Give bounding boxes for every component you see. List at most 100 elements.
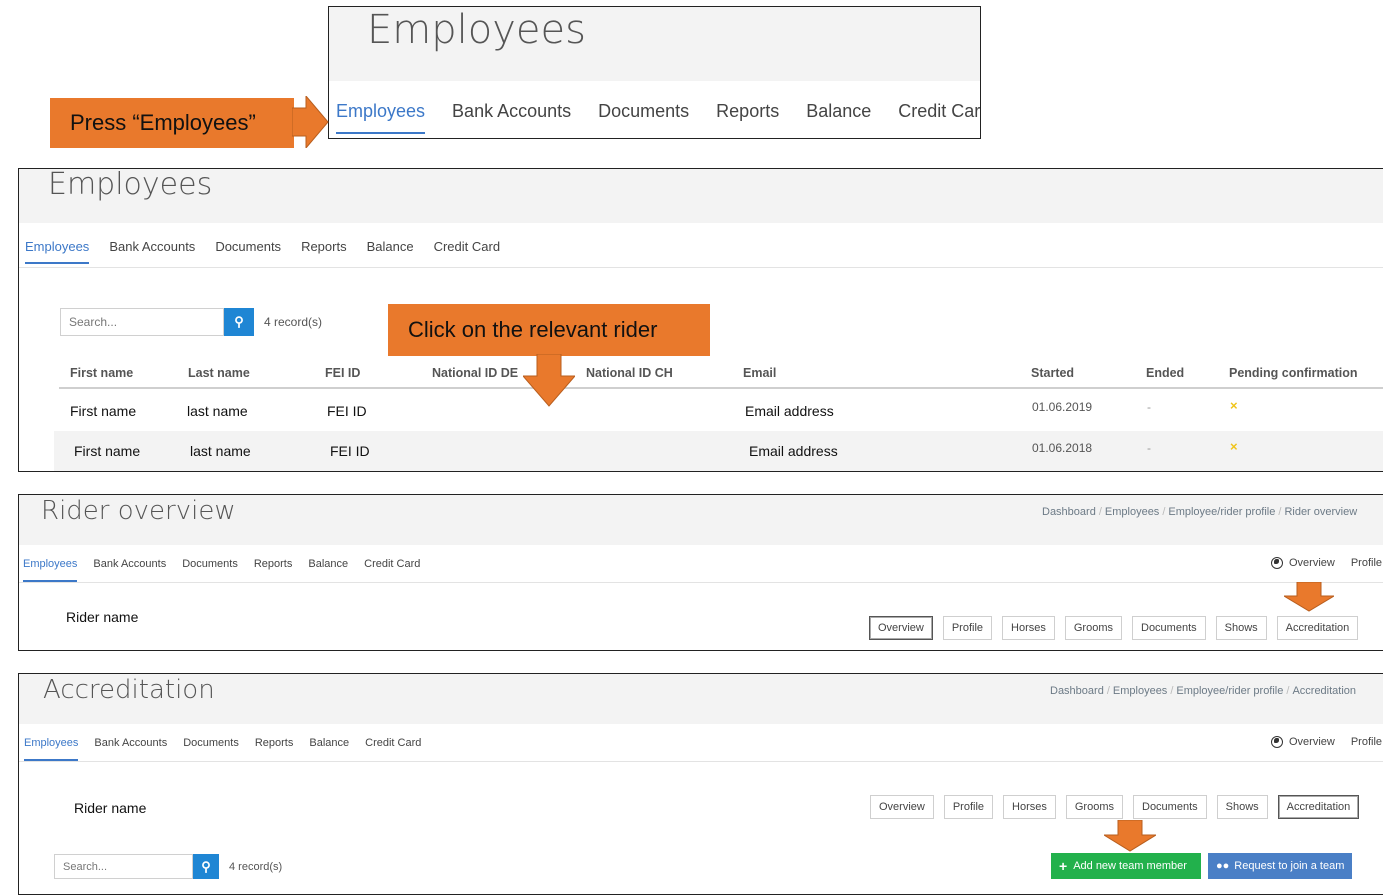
- nav-profile[interactable]: Profile: [1351, 557, 1382, 569]
- col-national-id-de[interactable]: National ID DE: [432, 366, 518, 380]
- tab-bar: Employees Bank Accounts Documents Report…: [24, 737, 421, 761]
- col-email[interactable]: Email: [743, 366, 776, 380]
- search-input[interactable]: Search...: [60, 308, 224, 336]
- profile-button[interactable]: Profile: [942, 616, 993, 640]
- rider-overview-panel: Rider overview Dashboard / Employees / Emplo…: [18, 494, 1383, 651]
- cell-started: 01.06.2019: [1032, 400, 1093, 414]
- col-first-name[interactable]: First name: [70, 366, 133, 380]
- tab-employees[interactable]: Employees: [336, 101, 426, 134]
- breadcrumb-dashboard[interactable]: Dashboard: [1042, 506, 1096, 518]
- plus-icon: +: [1059, 858, 1068, 874]
- callout-text: Press “Employees”: [70, 110, 256, 135]
- cell-email: Email address: [745, 403, 834, 419]
- cell-ended: -: [1147, 400, 1151, 414]
- down-arrow-icon: [1284, 582, 1334, 612]
- cell-started: 01.06.2018: [1032, 441, 1093, 455]
- record-count: 4 record(s): [264, 315, 323, 329]
- search-bar: Search... ⚲ 4 record(s): [60, 308, 322, 336]
- tab-documents[interactable]: Documents: [182, 558, 238, 582]
- tab-credit-card[interactable]: Credit Card: [364, 558, 420, 582]
- callout-text: Click on the relevant rider: [408, 317, 658, 342]
- overview-button[interactable]: Overview: [870, 795, 934, 819]
- users-icon: ●●: [1216, 860, 1230, 872]
- tab-reports[interactable]: Reports: [301, 239, 347, 264]
- tab-balance[interactable]: Balance: [806, 101, 871, 134]
- tab-bank-accounts[interactable]: Bank Accounts: [94, 737, 167, 761]
- rider-name: Rider name: [66, 609, 139, 625]
- col-ended[interactable]: Ended: [1146, 366, 1184, 380]
- employees-header-zoom: Employees Employees Bank Accounts Docume…: [328, 6, 981, 139]
- accreditation-button[interactable]: Accreditation: [1276, 616, 1359, 640]
- search-input[interactable]: Search...: [54, 854, 193, 879]
- globe-icon: [1271, 736, 1283, 748]
- accreditation-button[interactable]: Accreditation: [1277, 795, 1360, 819]
- tab-documents[interactable]: Documents: [598, 101, 689, 134]
- table-row[interactable]: First name last name FEI ID Email addres…: [54, 431, 1383, 471]
- shows-button[interactable]: Shows: [1215, 616, 1267, 640]
- tab-bar: Employees Bank Accounts Documents Report…: [336, 101, 980, 134]
- tab-bar: Employees Bank Accounts Documents Report…: [25, 239, 500, 264]
- breadcrumb: Dashboard / Employees / Employee/rider profi…: [1042, 506, 1358, 518]
- table-row[interactable]: First name last name FEI ID Email addres…: [59, 389, 1383, 431]
- rider-name: Rider name: [74, 800, 147, 816]
- documents-button[interactable]: Documents: [1133, 795, 1207, 819]
- cell-first-name: First name: [74, 443, 141, 459]
- breadcrumb-employee-rider-profile[interactable]: Employee/rider profile: [1176, 685, 1283, 697]
- down-arrow-icon: [1104, 820, 1156, 852]
- tab-credit-card[interactable]: Credit Card: [898, 101, 980, 134]
- grooms-button[interactable]: Grooms: [1065, 795, 1123, 819]
- tab-bank-accounts[interactable]: Bank Accounts: [109, 239, 195, 264]
- horses-button[interactable]: Horses: [1002, 616, 1055, 640]
- tab-documents[interactable]: Documents: [183, 737, 239, 761]
- tab-bank-accounts[interactable]: Bank Accounts: [93, 558, 166, 582]
- tab-credit-card[interactable]: Credit Card: [365, 737, 421, 761]
- shows-button[interactable]: Shows: [1216, 795, 1268, 819]
- tab-reports[interactable]: Reports: [716, 101, 779, 134]
- tab-reports[interactable]: Reports: [254, 558, 293, 582]
- horses-button[interactable]: Horses: [1003, 795, 1056, 819]
- grooms-button[interactable]: Grooms: [1064, 616, 1122, 640]
- down-arrow-icon: [523, 354, 575, 407]
- tab-balance[interactable]: Balance: [309, 737, 349, 761]
- col-national-id-ch[interactable]: National ID CH: [586, 366, 673, 380]
- tab-bank-accounts[interactable]: Bank Accounts: [452, 101, 571, 134]
- pending-x-icon: ×: [1230, 398, 1238, 413]
- right-arrow-icon: [292, 96, 329, 148]
- tab-employees[interactable]: Employees: [24, 737, 79, 761]
- breadcrumb-employee-rider-profile[interactable]: Employee/rider profile: [1168, 506, 1275, 518]
- tab-balance[interactable]: Balance: [367, 239, 414, 264]
- documents-button[interactable]: Documents: [1132, 616, 1206, 640]
- search-icon[interactable]: ⚲: [224, 308, 254, 336]
- page-title: Rider overview: [41, 496, 236, 526]
- profile-button[interactable]: Profile: [943, 795, 994, 819]
- breadcrumb-current: Rider overview: [1284, 506, 1358, 518]
- col-last-name[interactable]: Last name: [188, 366, 250, 380]
- request-join-team-button[interactable]: ●● Request to join a team: [1208, 853, 1352, 879]
- page-title: Employees: [367, 7, 586, 53]
- page-header: Employees: [329, 7, 980, 81]
- cell-last-name: last name: [190, 443, 251, 459]
- nav-overview[interactable]: Overview: [1289, 736, 1335, 748]
- search-icon[interactable]: ⚲: [193, 854, 219, 879]
- tab-documents[interactable]: Documents: [215, 239, 281, 264]
- breadcrumb: Dashboard / Employees / Employee/rider profi…: [1050, 685, 1357, 697]
- page-title: Accreditation: [43, 675, 215, 705]
- nav-overview[interactable]: Overview: [1289, 557, 1335, 569]
- tab-employees[interactable]: Employees: [23, 558, 78, 582]
- tab-balance[interactable]: Balance: [308, 558, 348, 582]
- tab-credit-card[interactable]: Credit Card: [434, 239, 500, 264]
- col-pending-confirmation[interactable]: Pending confirmation: [1229, 366, 1357, 380]
- nav-profile[interactable]: Profile: [1351, 736, 1382, 748]
- cell-email: Email address: [749, 443, 838, 459]
- overview-button[interactable]: Overview: [869, 616, 933, 640]
- col-started[interactable]: Started: [1031, 366, 1074, 380]
- col-fei-id[interactable]: FEI ID: [325, 366, 360, 380]
- breadcrumb-employees[interactable]: Employees: [1105, 506, 1159, 518]
- page-header: Accreditation Dashboard / Employees / Employ…: [19, 674, 1383, 724]
- add-team-member-button[interactable]: + Add new team member: [1051, 853, 1201, 879]
- profile-button-row: Overview Profile Horses Grooms Documents…: [870, 795, 1360, 819]
- breadcrumb-employees[interactable]: Employees: [1113, 685, 1167, 697]
- tab-employees[interactable]: Employees: [25, 239, 90, 264]
- tab-reports[interactable]: Reports: [255, 737, 294, 761]
- breadcrumb-dashboard[interactable]: Dashboard: [1050, 685, 1104, 697]
